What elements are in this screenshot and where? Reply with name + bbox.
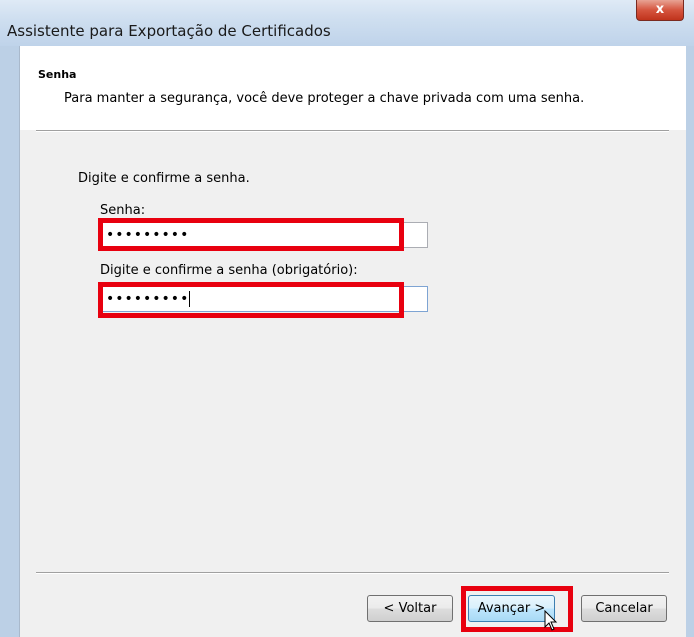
title-bar[interactable]: Assistente para Exportação de Certificad… xyxy=(0,0,694,46)
window-title: Assistente para Exportação de Certificad… xyxy=(7,22,331,40)
mouse-pointer-icon xyxy=(544,610,558,631)
page-title: Senha xyxy=(38,68,77,81)
footer-divider xyxy=(36,572,669,574)
cancel-button[interactable]: Cancelar xyxy=(581,595,667,622)
dialog-client-area: Senha Para manter a segurança, você deve… xyxy=(19,46,686,637)
confirm-password-label: Digite e confirme a senha (obrigatório): xyxy=(100,263,358,278)
close-button[interactable]: x xyxy=(636,0,684,21)
wizard-header: Senha Para manter a segurança, você deve… xyxy=(20,46,686,130)
instruction-text: Digite e confirme a senha. xyxy=(78,171,250,186)
confirm-field-highlight xyxy=(98,282,404,318)
header-divider xyxy=(36,130,669,132)
back-button[interactable]: < Voltar xyxy=(367,595,453,622)
close-icon: x xyxy=(655,2,665,17)
certificate-export-wizard-window: Assistente para Exportação de Certificad… xyxy=(0,0,694,637)
password-label: Senha: xyxy=(100,203,146,218)
page-description: Para manter a segurança, você deve prote… xyxy=(64,91,585,106)
password-field-highlight xyxy=(98,218,404,251)
